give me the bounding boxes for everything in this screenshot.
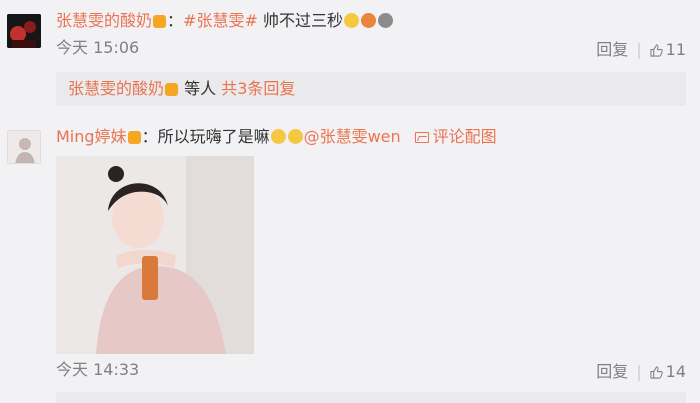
comment-item: Ming婷妹 ：所以玩嗨了是嘛 @张慧雯wen 评论配图 今天 14:33 回复 | 14 <box>0 118 700 403</box>
tiger-emoji-icon <box>360 13 376 28</box>
comment-line: Ming婷妹 ：所以玩嗨了是嘛 @张慧雯wen 评论配图 <box>56 127 497 146</box>
reply-button[interactable]: 回复 <box>596 40 628 59</box>
replies-preview-edge <box>56 392 686 403</box>
replies-others: 等人 <box>184 79 217 98</box>
timestamp: 今天 14:33 <box>56 360 140 379</box>
like-count: 11 <box>665 40 686 59</box>
reply-button[interactable]: 回复 <box>596 362 628 381</box>
like-button[interactable]: 11 <box>650 40 686 59</box>
photo-image <box>56 156 254 354</box>
avatar-image <box>7 14 41 48</box>
image-icon <box>414 132 429 143</box>
replies-preview[interactable]: 张慧雯的酸奶 等人 共3条回复 <box>56 72 686 106</box>
username-link[interactable]: Ming婷妹 <box>56 127 127 146</box>
comment-actions: 回复 | 11 <box>596 40 686 60</box>
vip-badge-icon <box>127 131 141 144</box>
timestamp: 今天 15:06 <box>56 38 140 57</box>
reply-username[interactable]: 张慧雯的酸奶 <box>68 79 164 98</box>
mention-link[interactable]: @张慧雯wen <box>304 127 401 146</box>
divider: | <box>636 362 642 381</box>
replies-total-link[interactable]: 共3条回复 <box>221 79 295 98</box>
cat-emoji-icon <box>377 13 393 28</box>
comment-actions: 回复 | 14 <box>596 362 686 382</box>
avatar-image <box>8 131 40 163</box>
vip-badge-icon <box>165 83 179 96</box>
smile-emoji-icon <box>270 129 286 144</box>
avatar[interactable] <box>7 14 41 48</box>
like-thumb-icon <box>650 44 663 57</box>
vip-badge-icon <box>153 15 167 28</box>
comment-item: 张慧雯的酸奶 ：#张慧雯# 帅不过三秒 今天 15:06 回复 | 11 张慧雯的酸奶… <box>0 0 700 112</box>
comment-line: 张慧雯的酸奶 ：#张慧雯# 帅不过三秒 <box>56 10 394 32</box>
like-button[interactable]: 14 <box>650 362 686 381</box>
smile-emoji-icon <box>343 13 359 28</box>
comment-photo[interactable] <box>56 156 254 354</box>
username-link[interactable]: 张慧雯的酸奶 <box>56 11 152 30</box>
comment-text: 帅不过三秒 <box>262 11 343 30</box>
image-comment-link[interactable]: 评论配图 <box>433 127 497 146</box>
divider: | <box>636 40 642 59</box>
like-count: 14 <box>665 362 686 381</box>
hashtag-link[interactable]: #张慧雯# <box>183 11 258 30</box>
laugh-emoji-icon <box>287 129 303 144</box>
comment-text: 所以玩嗨了是嘛 <box>157 127 270 146</box>
avatar[interactable] <box>7 130 41 164</box>
like-thumb-icon <box>650 366 663 379</box>
